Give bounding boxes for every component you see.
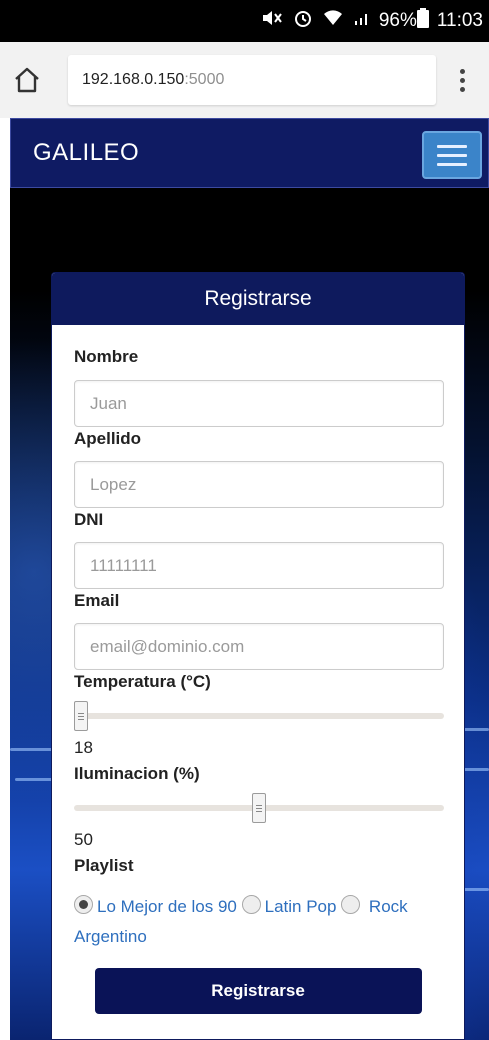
- radio-button[interactable]: [74, 895, 93, 914]
- register-button[interactable]: Registrarse: [94, 968, 422, 1014]
- status-bar: 96% 11:03: [0, 0, 489, 42]
- iluminacion-value: 50: [74, 830, 93, 849]
- brand-title[interactable]: GALILEO: [33, 139, 139, 167]
- battery-percent: 96%: [378, 10, 417, 31]
- dni-input[interactable]: 11111111: [74, 542, 444, 589]
- url-port: :5000: [184, 71, 225, 88]
- playlist-option[interactable]: Lo Mejor de los 90: [74, 895, 237, 916]
- signal-icon: [353, 9, 371, 33]
- navbar: GALILEO: [10, 118, 489, 188]
- radio-button[interactable]: [241, 895, 261, 914]
- apellido-label: Apellido: [74, 429, 142, 448]
- register-panel: Registrarse Nombre Juan Apellido Lopez D…: [51, 272, 465, 1040]
- playlist-options: Lo Mejor de los 90 Latin Pop Rock Argent…: [74, 892, 442, 952]
- nombre-label: Nombre: [74, 347, 139, 366]
- email-label: Email: [74, 591, 120, 610]
- alarm-icon: [293, 8, 313, 34]
- more-options-icon[interactable]: [452, 68, 472, 92]
- left-margin: [0, 118, 10, 188]
- playlist-option[interactable]: Latin Pop: [241, 895, 337, 916]
- hamburger-menu-icon[interactable]: [422, 131, 482, 179]
- register-form: Nombre Juan Apellido Lopez DNI 11111111 …: [52, 325, 464, 1014]
- wifi-icon: [323, 9, 343, 33]
- mute-icon: [261, 9, 283, 33]
- playlist-label: Playlist: [74, 856, 134, 875]
- temperatura-value: 18: [74, 738, 93, 757]
- email-input[interactable]: email@dominio.com: [74, 623, 444, 670]
- slider-thumb[interactable]: [252, 793, 266, 823]
- browser-toolbar: 192.168.0.150:5000: [0, 42, 489, 118]
- panel-title: Registrarse: [52, 273, 464, 325]
- address-bar[interactable]: 192.168.0.150:5000: [68, 55, 436, 105]
- battery-icon: [416, 8, 429, 34]
- home-icon[interactable]: [0, 66, 54, 94]
- nombre-placeholder: Juan: [90, 393, 127, 413]
- url-host: 192.168.0.150: [82, 71, 185, 88]
- dni-label: DNI: [74, 510, 104, 529]
- temperatura-label: Temperatura (°C): [74, 672, 211, 691]
- option-label[interactable]: Latin Pop: [265, 897, 337, 916]
- temperatura-slider[interactable]: [74, 698, 444, 734]
- clock: 11:03: [436, 10, 483, 31]
- email-placeholder: email@dominio.com: [90, 636, 245, 656]
- left-margin: [0, 188, 10, 1040]
- iluminacion-slider[interactable]: [74, 790, 444, 826]
- radio-button[interactable]: [341, 895, 361, 914]
- nombre-input[interactable]: Juan: [74, 380, 444, 427]
- option-label[interactable]: Lo Mejor de los 90: [97, 897, 237, 916]
- slider-track: [74, 713, 444, 719]
- slider-thumb[interactable]: [74, 701, 88, 731]
- apellido-placeholder: Lopez: [90, 474, 137, 494]
- apellido-input[interactable]: Lopez: [74, 461, 444, 508]
- dni-placeholder: 11111111: [90, 555, 157, 575]
- iluminacion-label: Iluminacion (%): [74, 764, 200, 783]
